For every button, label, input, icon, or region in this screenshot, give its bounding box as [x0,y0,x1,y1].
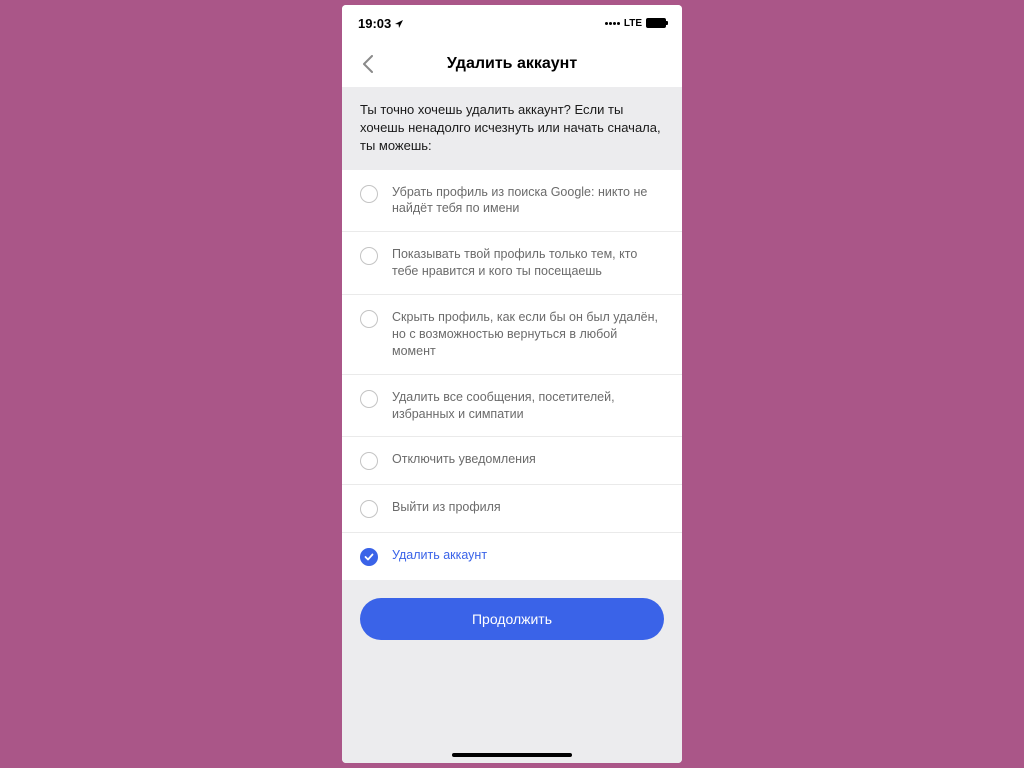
footer: Продолжить [342,580,682,763]
phone-frame: 19:03 LTE Удалить аккаунт Ты точно хочеш… [342,5,682,763]
radio-icon [360,310,378,328]
radio-icon [360,390,378,408]
radio-icon [360,452,378,470]
radio-checked-icon [360,548,378,566]
option-disable-notifications[interactable]: Отключить уведомления [342,437,682,485]
options-list: Убрать профиль из поиска Google: никто н… [342,170,682,581]
battery-icon [646,18,666,28]
status-left: 19:03 [358,16,403,31]
status-bar: 19:03 LTE [342,5,682,41]
option-label: Отключить уведомления [392,451,536,468]
info-text: Ты точно хочешь удалить аккаунт? Если ты… [342,87,682,170]
option-delete-messages[interactable]: Удалить все сообщения, посетителей, избр… [342,375,682,438]
radio-icon [360,247,378,265]
radio-icon [360,500,378,518]
continue-button[interactable]: Продолжить [360,598,664,640]
option-label: Удалить все сообщения, посетителей, избр… [392,389,664,423]
option-label: Убрать профиль из поиска Google: никто н… [392,184,664,218]
option-label: Скрыть профиль, как если бы он был удалё… [392,309,664,360]
back-button[interactable] [356,52,380,76]
option-sign-out[interactable]: Выйти из профиля [342,485,682,533]
option-delete-account[interactable]: Удалить аккаунт [342,533,682,580]
status-time: 19:03 [358,16,391,31]
network-label: LTE [624,18,642,29]
chevron-left-icon [362,55,374,73]
radio-icon [360,185,378,203]
option-label: Выйти из профиля [392,499,501,516]
signal-icon [605,22,620,25]
option-label: Показывать твой профиль только тем, кто … [392,246,664,280]
option-label: Удалить аккаунт [392,547,487,564]
option-hide-profile[interactable]: Скрыть профиль, как если бы он был удалё… [342,295,682,375]
continue-label: Продолжить [472,611,552,627]
page-title: Удалить аккаунт [447,55,577,73]
location-arrow-icon [395,16,403,31]
option-show-to-liked[interactable]: Показывать твой профиль только тем, кто … [342,232,682,295]
status-right: LTE [605,18,666,29]
nav-header: Удалить аккаунт [342,41,682,87]
home-indicator[interactable] [452,753,572,757]
option-hide-from-google[interactable]: Убрать профиль из поиска Google: никто н… [342,170,682,233]
